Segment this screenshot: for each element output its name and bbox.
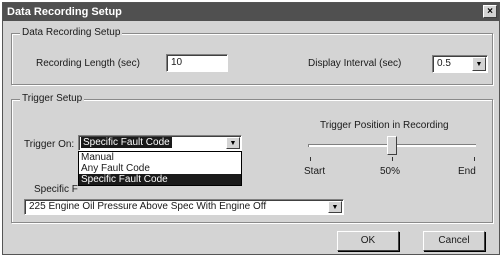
- title-bar: Data Recording Setup ×: [3, 3, 499, 21]
- trigger-on-dropdown-list: Manual Any Fault Code Specific Fault Cod…: [78, 151, 242, 186]
- display-interval-label: Display Interval (sec): [308, 58, 402, 69]
- data-recording-legend: Data Recording Setup: [20, 27, 123, 38]
- slider-mid-label: 50%: [380, 166, 401, 177]
- slider-tick-end: [474, 157, 475, 161]
- specific-fault-dropdown-icon[interactable]: ▼: [328, 201, 342, 213]
- close-button[interactable]: ×: [483, 5, 497, 18]
- trigger-on-select[interactable]: Specific Fault Code ▼: [78, 135, 242, 151]
- trigger-on-value: Specific Fault Code: [81, 137, 172, 148]
- trigger-option-manual[interactable]: Manual: [79, 152, 241, 163]
- cancel-button[interactable]: Cancel: [423, 231, 485, 251]
- specific-fault-select[interactable]: 225 Engine Oil Pressure Above Spec With …: [24, 199, 344, 215]
- data-recording-group: Data Recording Setup Recording Length (s…: [11, 27, 493, 85]
- display-interval-value: 0.5: [437, 58, 451, 69]
- display-interval-dropdown-icon[interactable]: ▼: [472, 57, 486, 71]
- specific-fault-value: 225 Engine Oil Pressure Above Spec With …: [29, 201, 267, 212]
- trigger-on-dropdown-icon[interactable]: ▼: [226, 137, 240, 149]
- trigger-position-label: Trigger Position in Recording: [320, 120, 449, 131]
- window-title: Data Recording Setup: [7, 6, 122, 18]
- ok-button[interactable]: OK: [337, 231, 399, 251]
- trigger-setup-legend: Trigger Setup: [20, 93, 85, 104]
- trigger-on-label: Trigger On:: [24, 139, 75, 150]
- slider-end-label: End: [458, 166, 476, 177]
- trigger-option-specific-fault-code[interactable]: Specific Fault Code: [79, 174, 241, 185]
- display-interval-select[interactable]: 0.5 ▼: [432, 55, 488, 73]
- data-recording-setup-dialog: Data Recording Setup × Data Recording Se…: [2, 2, 500, 255]
- trigger-setup-group: Trigger Setup Trigger On: Specific Fault…: [11, 93, 493, 223]
- recording-length-label: Recording Length (sec): [36, 58, 140, 69]
- recording-length-input[interactable]: 10: [166, 54, 228, 72]
- trigger-position-slider-thumb[interactable]: [387, 136, 397, 155]
- trigger-option-any-fault-code[interactable]: Any Fault Code: [79, 163, 241, 174]
- slider-tick-start: [310, 157, 311, 161]
- slider-start-label: Start: [304, 166, 326, 177]
- slider-tick-mid: [392, 157, 393, 161]
- specific-fault-label: Specific F: [34, 184, 78, 195]
